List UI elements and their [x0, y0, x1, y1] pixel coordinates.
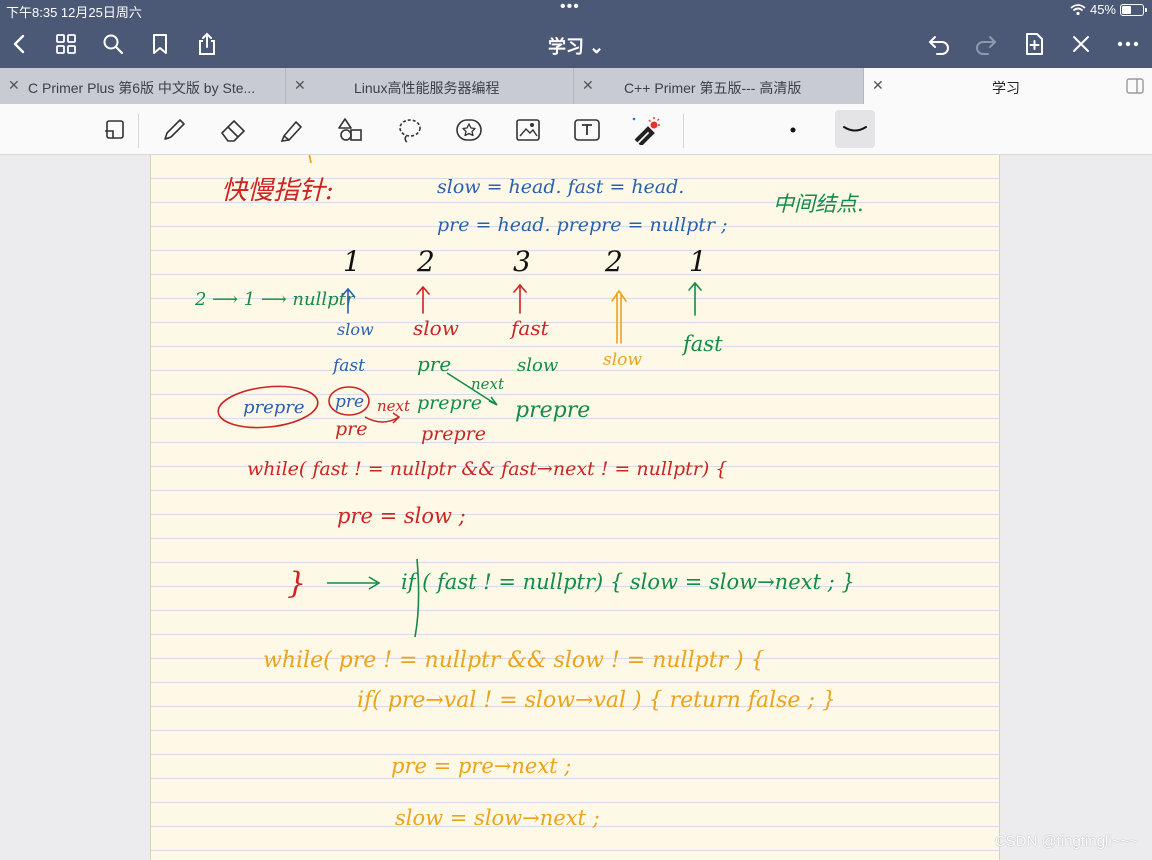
label-prepre: prepre [515, 398, 590, 423]
code-close-brace: } [287, 566, 306, 601]
add-page-icon[interactable] [1018, 28, 1050, 60]
tab-study[interactable]: ✕ 学习 [864, 68, 1152, 104]
label-prepre: prepre [417, 392, 482, 414]
pen-icon[interactable] [156, 112, 192, 148]
close-icon[interactable]: ✕ [8, 77, 20, 94]
label-prepre-circled: prepre [243, 397, 305, 418]
nullptr-chain: 2 ⟶ 1 ⟶ nullptr [194, 289, 356, 310]
label-slow: slow [517, 355, 559, 376]
label-fast: fast [681, 332, 723, 356]
handwritten-notes: 快慢指针: slow = head. fast = head. pre = he… [194, 155, 864, 830]
tab-c-primer-plus[interactable]: ✕ C Primer Plus 第6版 中文版 by Ste... [0, 68, 286, 104]
lasso-icon[interactable] [392, 112, 428, 148]
highlighter-icon[interactable] [274, 112, 310, 148]
close-icon[interactable]: ✕ [872, 77, 884, 94]
multitask-dots-icon[interactable]: ••• [560, 0, 580, 16]
close-icon[interactable]: ✕ [582, 77, 594, 94]
label-next: next [471, 375, 505, 393]
status-right: 45% [1070, 2, 1147, 17]
code-if-fast: if ( fast ! = nullptr) { slow = slow→nex… [401, 570, 855, 594]
node-value: 1 [343, 245, 361, 278]
note-page[interactable]: 快慢指针: slow = head. fast = head. pre = he… [150, 155, 1000, 860]
label-fast: fast [509, 316, 550, 340]
more-icon[interactable] [1112, 28, 1144, 60]
label-slow: slow [603, 350, 642, 370]
tab-linux-server[interactable]: ✕ Linux高性能服务器编程 [286, 68, 574, 104]
stroke-style-icon[interactable] [835, 110, 875, 148]
image-icon[interactable] [510, 112, 546, 148]
code-pre-next: pre = pre→next ; [391, 754, 571, 778]
laser-pointer-icon[interactable] [628, 112, 664, 148]
eraser-icon[interactable] [215, 112, 251, 148]
split-view-icon[interactable] [1126, 78, 1144, 94]
init-slow-fast: slow = head. fast = head. [437, 176, 684, 198]
node-value: 3 [513, 245, 531, 278]
label-prepre: prepre [421, 423, 486, 445]
document-tabs: ✕ C Primer Plus 第6版 中文版 by Ste... ✕ Linu… [0, 68, 1152, 104]
node-value: 2 [416, 245, 435, 278]
sticker-icon[interactable] [451, 112, 487, 148]
code-while-pre: while( pre ! = nullptr && slow ! = nullp… [263, 648, 765, 673]
app-header: 下午8:35 12月25日周六 ••• 45% 学习 ⌄ [0, 0, 1152, 68]
init-pre-prepre: pre = head. prepre = nullptr ; [437, 214, 727, 236]
label-slow: slow [413, 316, 459, 340]
close-icon[interactable]: ✕ [294, 77, 306, 94]
drawing-toolbar [0, 104, 1152, 155]
node-value: 1 [689, 245, 707, 278]
shapes-icon[interactable] [333, 112, 369, 148]
label-slow: slow [337, 320, 374, 339]
status-bar: 下午8:35 12月25日周六 ••• 45% [0, 0, 1152, 20]
status-time: 下午8:35 12月25日周六 [6, 5, 142, 20]
battery-icon [1120, 3, 1147, 16]
lasso-page-icon[interactable] [97, 112, 133, 148]
code-pre-equals-slow: pre = slow ; [337, 504, 466, 528]
wifi-icon [1070, 3, 1086, 15]
label-pre: pre [335, 418, 368, 440]
code-slow-next: slow = slow→next ; [395, 806, 600, 830]
stroke-size-icon[interactable] [775, 112, 811, 148]
redo-icon[interactable] [970, 28, 1002, 60]
undo-icon[interactable] [923, 28, 955, 60]
label-pre: pre [417, 352, 451, 376]
nav-bar: 学习 ⌄ [0, 22, 1152, 66]
watermark: CSDN @tingtingli~~~ [994, 833, 1138, 850]
code-while-fast: while( fast ! = nullptr && fast→next ! =… [247, 458, 727, 480]
close-tools-icon[interactable] [1065, 28, 1097, 60]
heading-fast-slow-pointer: 快慢指针: [221, 176, 334, 206]
code-if-val: if( pre→val ! = slow→val ) { return fals… [357, 688, 836, 713]
node-value: 2 [604, 245, 623, 278]
middle-node-note: 中间结点. [773, 192, 864, 216]
battery-percent: 45% [1089, 2, 1116, 17]
label-next: next [377, 397, 411, 415]
label-fast: fast [331, 356, 365, 376]
text-icon[interactable] [569, 112, 605, 148]
label-pre-circled: pre [335, 392, 364, 412]
tab-cpp-primer[interactable]: ✕ C++ Primer 第五版--- 高清版 [574, 68, 864, 104]
